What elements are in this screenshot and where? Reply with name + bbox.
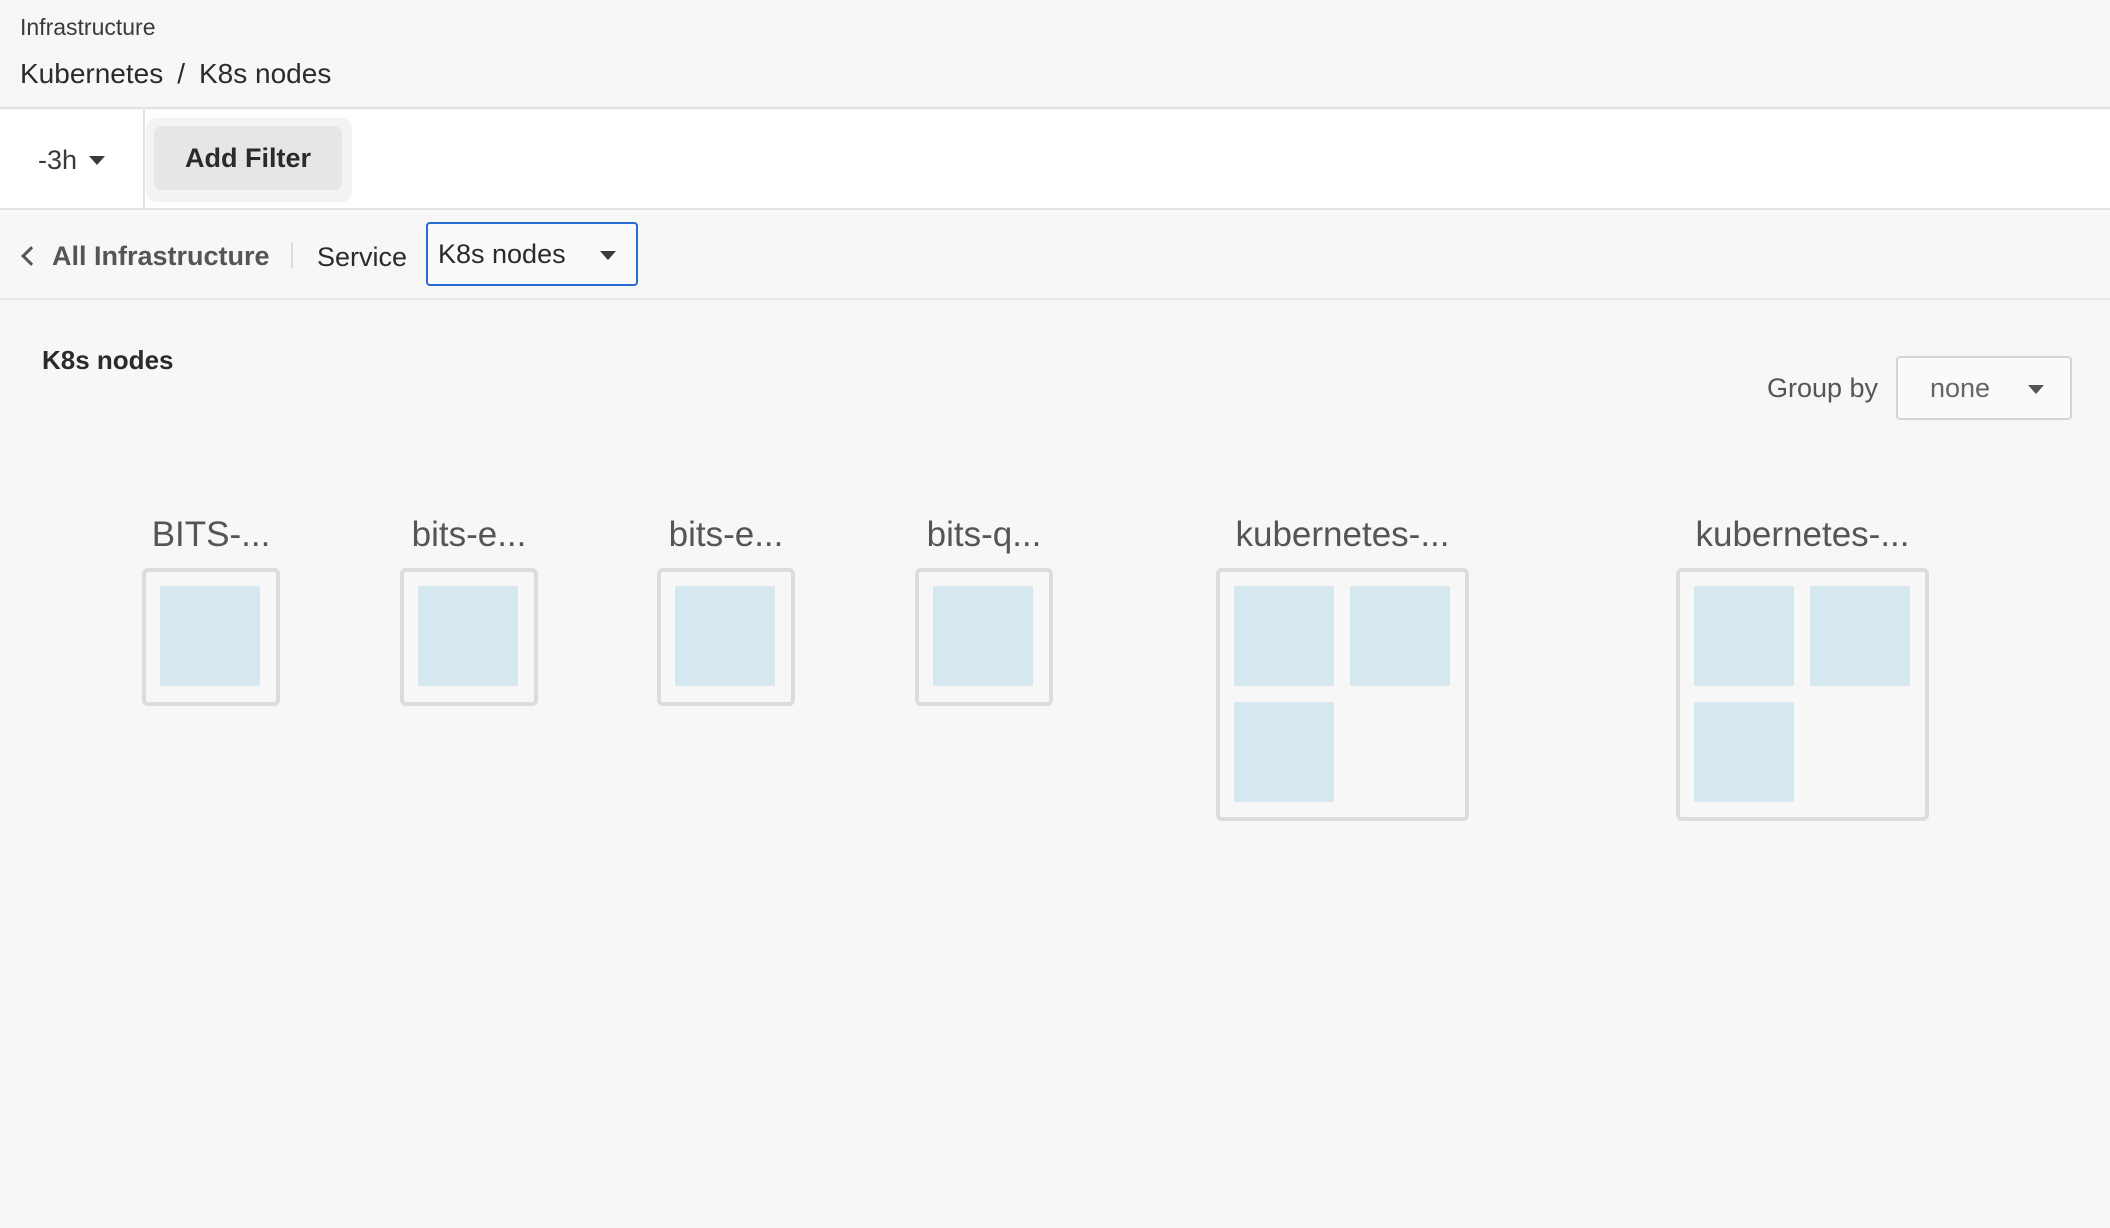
navigation-bar: All Infrastructure Service K8s nodes (0, 212, 2110, 300)
breadcrumb: Kubernetes / K8s nodes (20, 58, 331, 90)
pod-tile[interactable] (1234, 702, 1334, 802)
node-tile[interactable]: kubernetes-... (1216, 510, 1469, 821)
panel-title: K8s nodes (42, 345, 174, 375)
node-box (1676, 568, 1929, 821)
node-tile[interactable]: bits-e... (400, 510, 538, 706)
group-by-select[interactable]: none (1896, 356, 2072, 420)
node-box (142, 568, 280, 706)
pod-tile[interactable] (1350, 586, 1450, 686)
node-label: kubernetes-... (1695, 515, 1910, 554)
pod-tile[interactable] (1810, 586, 1910, 686)
node-tile[interactable]: bits-e... (657, 510, 795, 706)
node-box (1216, 568, 1469, 821)
group-by-label: Group by (1767, 373, 1879, 403)
node-label: bits-e... (411, 515, 527, 554)
pod-tile[interactable] (1694, 702, 1794, 802)
node-label: BITS-... (151, 515, 271, 554)
node-tile[interactable]: kubernetes-... (1676, 510, 1929, 821)
add-filter-container: Add Filter (146, 118, 352, 202)
pod-tile[interactable] (675, 586, 775, 686)
page-header: Infrastructure Kubernetes / K8s nodes (0, 0, 2110, 109)
section-label: Infrastructure (20, 14, 156, 40)
service-label: Service (317, 242, 408, 272)
pod-tile[interactable] (933, 586, 1033, 686)
node-tile[interactable]: BITS-... (142, 510, 280, 706)
pod-tile[interactable] (418, 586, 518, 686)
node-label: kubernetes-... (1235, 515, 1450, 554)
service-select[interactable]: K8s nodes (426, 222, 638, 286)
breadcrumb-parent[interactable]: Kubernetes (20, 58, 163, 90)
chevron-down-icon (600, 251, 616, 260)
node-label: bits-q... (926, 515, 1042, 554)
node-tile[interactable]: bits-q... (915, 510, 1053, 706)
time-range-picker[interactable]: -3h (0, 110, 145, 210)
node-label: bits-e... (668, 515, 784, 554)
group-by-value: none (1930, 372, 1991, 403)
chevron-down-icon (2028, 385, 2044, 394)
chevron-left-icon (21, 246, 41, 266)
pod-tile[interactable] (1694, 586, 1794, 686)
pod-tile[interactable] (1234, 586, 1334, 686)
all-infrastructure-link[interactable]: All Infrastructure (18, 232, 270, 280)
pod-tile[interactable] (160, 586, 260, 686)
nav-divider (291, 242, 293, 268)
node-box (657, 568, 795, 706)
breadcrumb-separator: / (177, 58, 185, 89)
breadcrumb-current: K8s nodes (199, 58, 332, 89)
node-box (400, 568, 538, 706)
filter-toolbar: -3h Add Filter (0, 110, 2110, 210)
back-link-label: All Infrastructure (52, 240, 270, 271)
time-range-value: -3h (37, 144, 78, 175)
node-box (915, 568, 1053, 706)
service-select-value: K8s nodes (438, 238, 566, 269)
chevron-down-icon (89, 155, 106, 165)
add-filter-button[interactable]: Add Filter (154, 126, 342, 190)
